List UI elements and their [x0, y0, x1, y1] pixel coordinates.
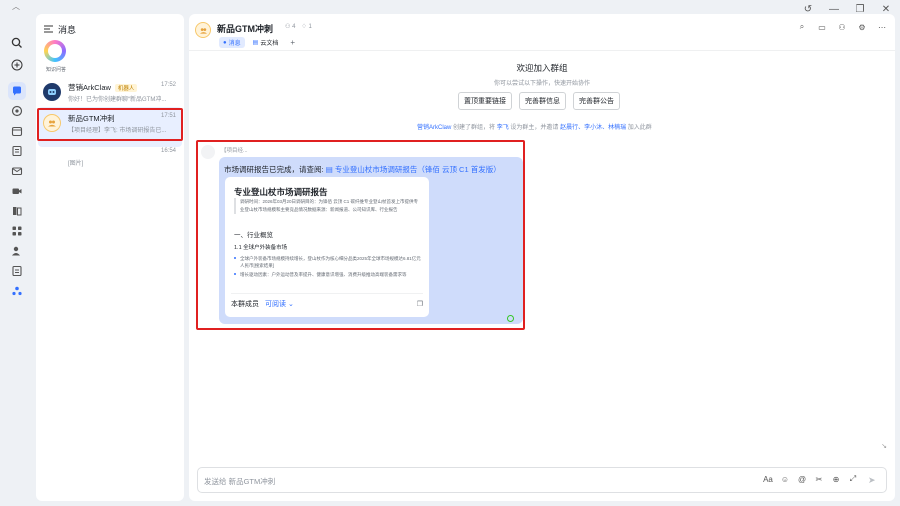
- group-info-button[interactable]: 完善群信息: [519, 92, 566, 110]
- apps-icon[interactable]: [8, 222, 26, 240]
- conversation-preview: 你好！已为你创建群聊“新品GTM冲...: [68, 97, 167, 103]
- search-chat-icon[interactable]: ⌕: [797, 22, 807, 32]
- org-icon[interactable]: [8, 282, 26, 300]
- conversation-item[interactable]: 16:54 [图片]: [38, 142, 182, 182]
- welcome-actions: 置顶重要链接 完善群信息 完善群公告: [458, 92, 620, 110]
- input-placeholder: 发送给 新品GTM冲刺: [204, 477, 276, 486]
- search-icon[interactable]: [8, 34, 26, 52]
- tab-messages[interactable]: ● 消息: [219, 37, 245, 48]
- expand-icon[interactable]: ⤢: [848, 474, 858, 484]
- system-text: 加入此群: [627, 125, 652, 131]
- thumb-icon: ♢: [301, 24, 307, 30]
- more-icon[interactable]: ⋯: [877, 22, 887, 32]
- user-link[interactable]: 营销ArkClaw: [417, 125, 451, 131]
- text-format-icon[interactable]: Aa: [763, 474, 773, 484]
- knowledge-qa-label: 知识问答: [45, 67, 66, 73]
- user-link[interactable]: 赵晨行、李小沐、林楠瑞: [560, 125, 626, 131]
- highlight-box-conversation: [37, 108, 183, 141]
- knowledge-qa-avatar[interactable]: [44, 40, 66, 62]
- settings-icon[interactable]: ⚙: [857, 22, 867, 32]
- tab-label: 消息: [228, 41, 241, 47]
- add-icon[interactable]: ⊕: [831, 474, 841, 484]
- chat-toolbar: ⌕ ▭ ⚇ ⚙ ⋯: [797, 22, 887, 32]
- doc-icon: ▤: [252, 40, 259, 46]
- video-meeting-icon[interactable]: [8, 182, 26, 200]
- add-member-icon[interactable]: ⚇: [837, 22, 847, 32]
- tab-cloud-docs[interactable]: ▤ 云文档: [249, 37, 283, 48]
- message-input[interactable]: 发送给 新品GTM冲刺 Aa ☺ @ ✂ ⊕ ⤢ ➤: [197, 467, 887, 493]
- member-count[interactable]: ⚇ 4: [285, 23, 295, 30]
- mention-icon[interactable]: @: [797, 474, 807, 484]
- system-text: 设为群主，并邀请: [510, 125, 559, 131]
- expand-corner-icon[interactable]: ↘: [881, 442, 887, 450]
- user-link[interactable]: 李飞: [497, 125, 509, 131]
- list-title: 消息: [58, 25, 77, 35]
- conversation-title: 营销ArkClaw: [68, 83, 111, 92]
- group-avatar-icon: [195, 22, 211, 38]
- meta-count-value: 1: [308, 24, 312, 30]
- docs-icon[interactable]: [8, 142, 26, 160]
- conversation-list-panel: 消息 知识问答 营销ArkClaw 机器人 17:52 你好！已为你创建群聊“新品…: [36, 14, 184, 501]
- filter-icon[interactable]: [44, 25, 53, 35]
- send-icon[interactable]: ➤: [868, 475, 878, 485]
- conversation-time: 16:54: [160, 148, 176, 154]
- members-icon: ⚇: [285, 24, 291, 30]
- system-message: 营销ArkClaw 创建了群组，将 李飞 设为群主，并邀请 赵晨行、李小沐、林楠…: [417, 122, 652, 131]
- add-tab-button[interactable]: +: [286, 37, 299, 48]
- mail-icon[interactable]: [8, 162, 26, 180]
- video-call-icon[interactable]: ▭: [817, 22, 827, 32]
- member-count-value: 4: [292, 24, 296, 30]
- group-notice-button[interactable]: 完善群公告: [573, 92, 620, 110]
- pin-links-button[interactable]: 置顶重要链接: [458, 92, 512, 110]
- emoji-icon[interactable]: ☺: [780, 474, 790, 484]
- bot-avatar-icon: [43, 83, 61, 101]
- app-menu-icon[interactable]: ︿: [12, 1, 20, 11]
- nav-rail: [0, 14, 34, 506]
- wiki-icon[interactable]: [8, 202, 26, 220]
- welcome-subtitle: 你可以尝试以下操作，快速开始协作: [493, 81, 590, 87]
- welcome-title: 欢迎加入群组: [516, 63, 568, 73]
- reaction-count[interactable]: ♢ 1: [301, 23, 311, 30]
- chat-title: 新品GTM冲刺: [217, 24, 273, 34]
- chat-meta: ⚇ 4 ♢ 1: [285, 23, 312, 30]
- bot-tag: 机器人: [114, 83, 138, 92]
- contacts-icon[interactable]: [8, 242, 26, 260]
- header-divider: [189, 50, 895, 51]
- tab-label: 云文档: [260, 41, 279, 47]
- calendar-icon[interactable]: [8, 122, 26, 140]
- welcome-block: 欢迎加入群组 你可以尝试以下操作，快速开始协作: [189, 62, 895, 87]
- list-header: 消息: [44, 23, 76, 36]
- scissors-icon[interactable]: ✂: [814, 474, 824, 484]
- messages-icon[interactable]: [8, 82, 26, 100]
- system-text: 创建了群组，将: [453, 125, 496, 131]
- chat-tabs: ● 消息 ▤ 云文档 +: [219, 37, 299, 48]
- message-icon: ●: [223, 39, 227, 46]
- highlight-box-message: [196, 140, 525, 330]
- conversation-time: 17:52: [160, 82, 176, 88]
- approval-icon[interactable]: [8, 262, 26, 280]
- ai-assistant-icon[interactable]: [8, 102, 26, 120]
- input-toolbar: Aa ☺ @ ✂ ⊕ ⤢: [763, 474, 858, 484]
- conversation-preview: [图片]: [68, 161, 84, 167]
- add-icon[interactable]: [8, 56, 26, 74]
